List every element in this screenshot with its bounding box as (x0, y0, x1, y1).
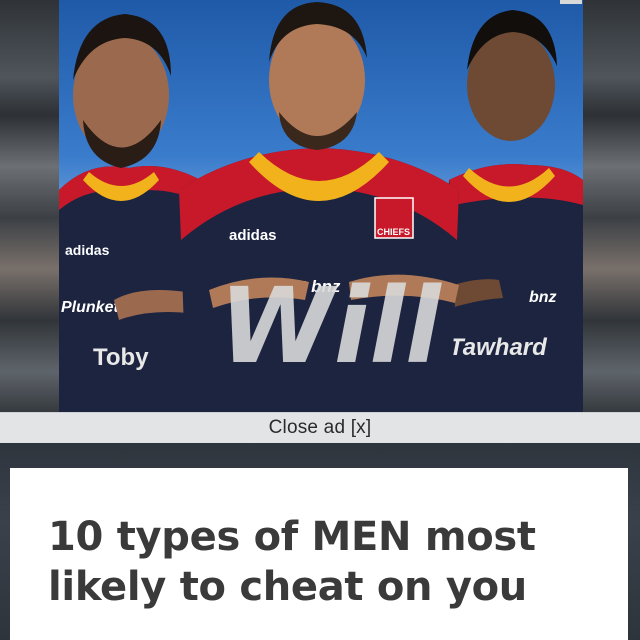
left-shirt-name: Toby (93, 344, 149, 371)
article-title[interactable]: 10 types of MEN most likely to cheat on … (48, 512, 590, 612)
close-ad-button[interactable]: Close ad [x] (0, 412, 640, 444)
ad-image[interactable]: adidas Plunket Toby bnz Tawhard adidas C… (59, 0, 583, 412)
ad-overlay-text: Will (219, 265, 442, 387)
right-shirt-sponsor: bnz (529, 289, 557, 306)
ad-illustration: adidas Plunket Toby bnz Tawhard adidas C… (59, 2, 583, 412)
ad-corner-marker (560, 0, 582, 4)
left-shirt-sponsor: Plunket (61, 299, 119, 316)
page: adidas Plunket Toby bnz Tawhard adidas C… (0, 0, 640, 640)
right-shirt-name: Tawhard (449, 334, 548, 361)
middle-shirt-brand: adidas (229, 227, 277, 244)
article-card[interactable]: 10 types of MEN most likely to cheat on … (10, 468, 628, 640)
close-ad-label: Close ad [x] (268, 417, 372, 438)
middle-shirt-crest: CHIEFS (377, 227, 410, 237)
left-shirt-brand: adidas (65, 242, 110, 258)
